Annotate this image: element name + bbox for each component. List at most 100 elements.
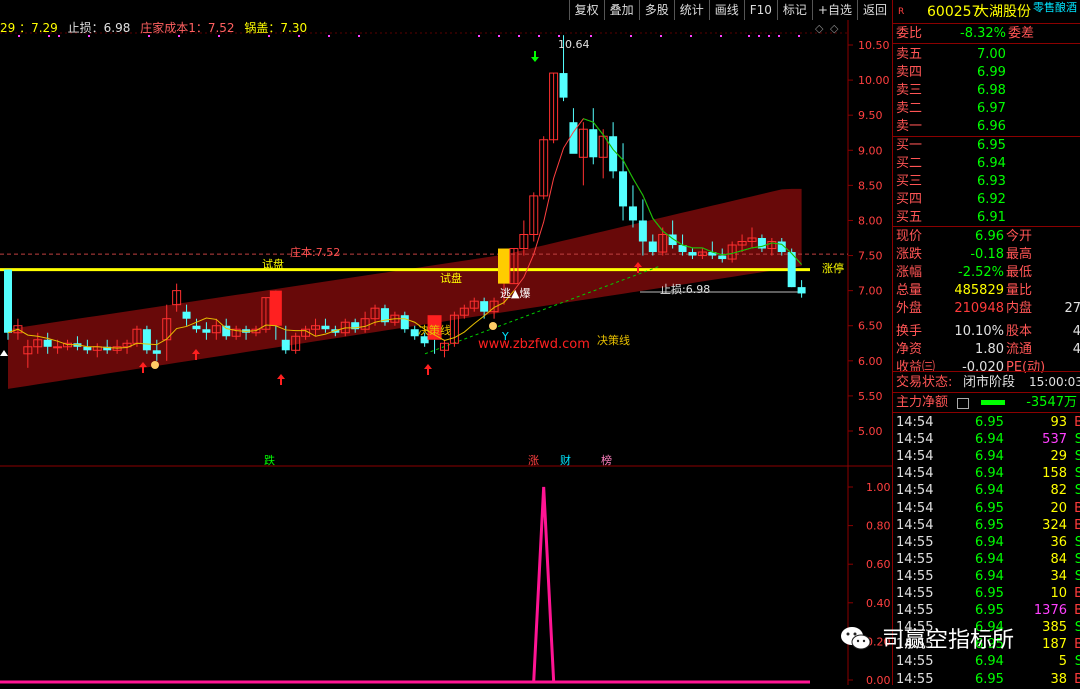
toolbar-button-3[interactable]: 统计 <box>673 0 709 20</box>
signal-dot <box>328 35 330 37</box>
sub-axis-label: 0.40 <box>866 597 891 610</box>
candle-body <box>202 329 211 333</box>
tick-row: 14:55 6.94 84 S <box>893 551 1080 568</box>
stat-label: 涨跌 <box>896 247 923 262</box>
stat-label: 现价 <box>896 229 923 244</box>
stat-value: 1.80 <box>975 342 1004 357</box>
candle <box>569 108 578 154</box>
signal-dot <box>630 35 632 37</box>
watermark: 司赢空指标所 <box>838 618 1078 658</box>
stat-value-2: 27 <box>1064 301 1080 316</box>
tick-direction: S <box>1074 466 1080 482</box>
tick-direction: B <box>1074 500 1080 516</box>
candle-body <box>688 252 697 256</box>
weicha-label: 委差 <box>1008 26 1035 41</box>
flow-bar <box>981 400 1005 405</box>
stat-row: 外盘 210948 内盘 27 <box>893 300 1080 317</box>
buy-arrow-icon <box>424 364 432 375</box>
tick-price: 6.95 <box>975 517 1004 533</box>
candle-body <box>83 346 92 351</box>
tick-time: 14:55 <box>896 568 934 584</box>
tag-bang: 榜 <box>601 453 612 467</box>
price-axis-label: 5.50 <box>858 390 883 403</box>
candle <box>439 339 449 358</box>
sub-axis-label: 1.00 <box>866 481 891 494</box>
stock-code[interactable]: 600257 <box>927 2 980 22</box>
stat-label: 换手 <box>896 324 923 339</box>
price-axis-label: 6.00 <box>858 355 883 368</box>
weibi-row: 委比 -8.32% 委差 <box>893 25 1080 42</box>
tag-zhang: 涨 <box>528 454 539 467</box>
stock-name[interactable]: 大湖股份 <box>975 2 1031 22</box>
sub-axis-label: 0.00 <box>866 674 891 685</box>
toolbar-button-7[interactable]: +自选 <box>811 0 857 20</box>
quote-header: R 600257 大湖股份 零售酿酒 <box>893 0 1080 22</box>
bid-price: 6.92 <box>977 192 1006 207</box>
candle <box>549 72 559 144</box>
tick-direction: B <box>1074 415 1080 430</box>
tick-price: 6.94 <box>975 483 1004 499</box>
candle-body <box>222 325 231 337</box>
tick-volume: 93 <box>1050 415 1067 430</box>
tick-price: 6.95 <box>975 500 1004 516</box>
tick-time: 14:54 <box>896 449 934 465</box>
candle <box>578 122 588 186</box>
hand-icon <box>151 361 159 369</box>
candle-body <box>628 206 637 221</box>
ask-label: 卖一 <box>896 119 923 134</box>
tick-price: 6.94 <box>975 466 1004 482</box>
stat-value: 6.96 <box>975 229 1004 244</box>
toolbar-button-8[interactable]: 返回 <box>856 0 892 20</box>
tick-price: 6.94 <box>975 534 1004 550</box>
tick-volume: 36 <box>1050 534 1067 550</box>
sub-axis-label: 0.60 <box>866 558 891 571</box>
tick-volume: 82 <box>1050 483 1067 499</box>
stat-label-2: 流通 <box>1006 342 1033 357</box>
toolbar-button-2[interactable]: 多股 <box>638 0 674 20</box>
wechat-icon <box>841 627 871 650</box>
stat-value: -2.52% <box>958 265 1004 280</box>
flow-menu-icon[interactable] <box>957 398 969 409</box>
r-badge: R <box>898 7 905 17</box>
chart-area[interactable]: 10.64 庄本:7.52 试盘 试盘 涨停 止损:6.98 决策线 决策线 逃▲爆 www.zb… <box>0 0 892 687</box>
candle-body <box>321 325 330 330</box>
tick-time: 14:54 <box>896 432 934 448</box>
indicator-cost: 庄家成本1：7.52 <box>140 21 235 35</box>
stat-label: 涨幅 <box>896 265 923 280</box>
tick-row: 14:54 6.94 537 S <box>893 431 1080 448</box>
stat-value: -0.18 <box>970 247 1004 262</box>
bid-label: 买二 <box>896 156 923 171</box>
tick-price: 6.95 <box>975 586 1004 601</box>
price-axis-label: 7.50 <box>858 250 883 263</box>
toolbar-button-4[interactable]: 画线 <box>708 0 744 20</box>
candle <box>142 325 151 354</box>
signal-dot <box>518 35 520 37</box>
signal-dot <box>538 35 540 37</box>
tick-time: 14:55 <box>896 534 934 550</box>
signal-dot <box>690 35 692 37</box>
toolbar-button-6[interactable]: 标记 <box>776 0 812 20</box>
weibi-label: 委比 <box>896 26 923 41</box>
candle-body <box>619 171 628 207</box>
stat-value-2: 4 <box>1072 324 1080 339</box>
stat-value: 485829 <box>954 283 1004 298</box>
stat-value-2: 4 <box>1072 342 1080 357</box>
kline-chart[interactable]: 10.64庄本:7.52试盘试盘涨停止损:6.98决策线决策线逃▲爆www.zb… <box>0 0 892 687</box>
indicator-lid: 锅盖：7.30 <box>244 21 308 35</box>
toolbar-button-5[interactable]: F10 <box>743 0 777 20</box>
toolbar-button-1[interactable]: 叠加 <box>603 0 639 20</box>
candle <box>598 129 608 179</box>
industry-tag[interactable]: 零售酿酒 <box>1033 0 1077 18</box>
main-flow-value: -3547万 <box>1026 395 1077 410</box>
candle <box>619 143 628 221</box>
sub-axis-label: 0.80 <box>866 520 891 533</box>
signal-dot <box>660 35 662 37</box>
hand-icon <box>489 322 497 330</box>
tag-cai: 财 <box>560 453 571 467</box>
quote-panel: R 600257 大湖股份 零售酿酒 委比 -8.32% 委差 卖五 7.00 卖四… <box>892 0 1080 687</box>
toolbar-button-0[interactable]: 复权 <box>568 0 604 20</box>
ask-row: 卖五 7.00 <box>893 46 1080 63</box>
stat-row: 换手 10.10% 股本 4 <box>893 323 1080 340</box>
price-axis-label: 8.50 <box>858 179 883 192</box>
candle-body <box>420 336 429 344</box>
